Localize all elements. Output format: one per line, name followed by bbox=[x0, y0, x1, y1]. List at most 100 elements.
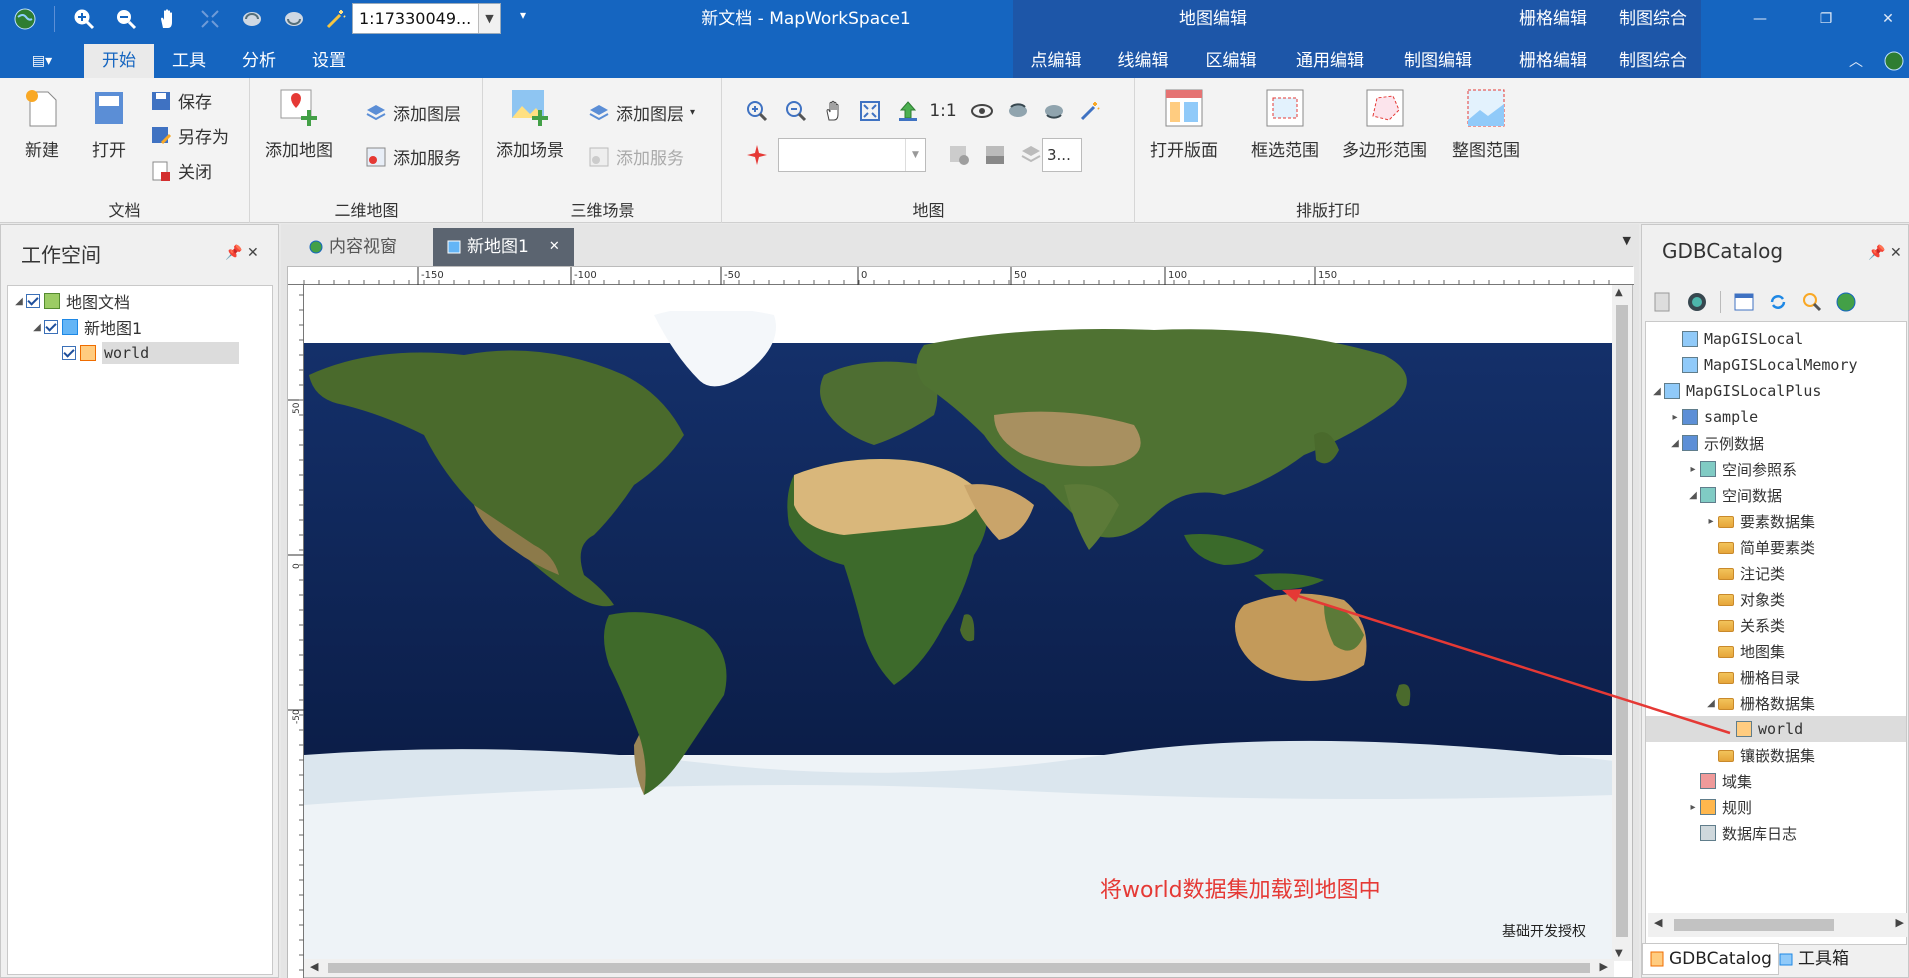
globe-icon[interactable] bbox=[1835, 291, 1857, 313]
checkbox[interactable] bbox=[26, 294, 40, 308]
collapse-ribbon-icon[interactable]: ︿ bbox=[1834, 44, 1878, 78]
tab-tools[interactable]: 工具 bbox=[154, 44, 224, 78]
scroll-right-icon[interactable]: ▶ bbox=[1600, 960, 1608, 973]
map-view[interactable]: -150 -100 -50 0 50 100 150 50 0 -50 基础开发… bbox=[287, 266, 1634, 978]
gdb-tree-node[interactable]: ◢ 栅格数据集 bbox=[1646, 690, 1906, 716]
gdb-horizontal-scrollbar[interactable]: ◀ ▶ bbox=[1648, 913, 1908, 937]
gdb-tree-node[interactable]: MapGISLocalMemory bbox=[1646, 352, 1906, 378]
scroll-down-icon[interactable]: ▼ bbox=[1615, 948, 1623, 959]
properties-icon[interactable] bbox=[1652, 291, 1674, 313]
scrollbar-thumb[interactable] bbox=[1616, 305, 1628, 937]
polygon-extent-button[interactable]: 多边形范围 bbox=[1342, 86, 1427, 161]
gdb-tree-node[interactable]: world bbox=[1646, 716, 1906, 742]
tab-start[interactable]: 开始 bbox=[84, 44, 154, 78]
bottom-tab-gdbcatalog[interactable]: GDBCatalog bbox=[1642, 943, 1779, 975]
layer-stack-icon[interactable] bbox=[1018, 142, 1044, 168]
checkbox[interactable] bbox=[44, 320, 58, 334]
tab-list-chevron-icon[interactable]: ▼ bbox=[1623, 234, 1631, 247]
tree-node-map-document[interactable]: ◢ 地图文档 bbox=[12, 288, 130, 314]
gdb-tree-node[interactable]: ◢ MapGISLocalPlus bbox=[1646, 378, 1906, 404]
app-globe-icon[interactable] bbox=[8, 2, 42, 36]
sparkle-select-icon[interactable] bbox=[744, 142, 770, 168]
tab-settings[interactable]: 设置 bbox=[294, 44, 364, 78]
open-layout-button[interactable]: 打开版面 bbox=[1150, 86, 1218, 161]
pin-icon[interactable]: 📌 bbox=[225, 245, 242, 261]
gdb-tree-node[interactable]: 数据库日志 bbox=[1646, 820, 1906, 846]
expand-arrow-icon[interactable]: ▸ bbox=[1704, 516, 1718, 527]
new-button[interactable]: 新建 bbox=[20, 86, 64, 161]
add-map-button[interactable]: 添加地图 bbox=[265, 86, 333, 161]
tree-node-new-map[interactable]: ◢ 新地图1 bbox=[30, 314, 142, 340]
expand-arrow-icon[interactable]: ◢ bbox=[1650, 386, 1664, 397]
gdb-tree-node[interactable]: 栅格目录 bbox=[1646, 664, 1906, 690]
gdb-tree-node[interactable]: ▸ 空间参照系 bbox=[1646, 456, 1906, 482]
gdb-tree-node[interactable]: 对象类 bbox=[1646, 586, 1906, 612]
transparency-input[interactable]: 3... bbox=[1042, 138, 1082, 172]
tab-cartography-edit[interactable]: 制图编辑 bbox=[1385, 44, 1491, 78]
gdb-tree-node[interactable]: 镶嵌数据集 bbox=[1646, 742, 1906, 768]
open-button[interactable]: 打开 bbox=[87, 86, 131, 161]
expand-arrow-icon[interactable]: ◢ bbox=[30, 322, 44, 333]
pin-icon[interactable]: 📌 bbox=[1868, 245, 1885, 261]
tab-raster-edit[interactable]: 栅格编辑 bbox=[1503, 44, 1603, 78]
restore-icon[interactable]: ❐ bbox=[1804, 0, 1848, 38]
close-icon[interactable]: ✕ bbox=[1890, 245, 1902, 261]
pan-hand-icon[interactable] bbox=[151, 2, 185, 36]
tab-content-view[interactable]: 内容视窗 bbox=[295, 228, 411, 266]
scroll-up-icon[interactable]: ▲ bbox=[1615, 287, 1623, 298]
add-service-3d-button[interactable]: 添加服务 bbox=[588, 144, 684, 169]
add-service-2d-button[interactable]: 添加服务 bbox=[365, 144, 461, 169]
add-layer-2d-button[interactable]: 添加图层 bbox=[365, 100, 461, 125]
server-manager-icon[interactable] bbox=[1686, 291, 1708, 313]
checkbox[interactable] bbox=[62, 346, 76, 360]
layer-style-icon[interactable] bbox=[946, 142, 972, 168]
close-document-button[interactable]: 关闭 bbox=[150, 158, 212, 183]
gdb-tree-node[interactable]: 注记类 bbox=[1646, 560, 1906, 586]
chevron-down-icon[interactable]: ▼ bbox=[478, 4, 500, 33]
expand-arrow-icon[interactable]: ▸ bbox=[1686, 464, 1700, 475]
rotate-left-icon[interactable] bbox=[1005, 98, 1031, 124]
vertical-scrollbar[interactable]: ▲ ▼ bbox=[1612, 285, 1632, 961]
layer-display-icon[interactable] bbox=[982, 142, 1008, 168]
update-map-icon[interactable] bbox=[277, 2, 311, 36]
full-extent-icon[interactable] bbox=[857, 98, 883, 124]
gdb-tree-node[interactable]: 域集 bbox=[1646, 768, 1906, 794]
add-scene-button[interactable]: 添加场景 bbox=[496, 86, 564, 161]
tree-node-world-layer[interactable]: world bbox=[62, 340, 240, 366]
map-canvas[interactable]: 基础开发授权 bbox=[304, 285, 1614, 961]
save-button[interactable]: 保存 bbox=[150, 88, 212, 113]
close-icon[interactable]: ✕ bbox=[1866, 0, 1909, 38]
tab-general-edit[interactable]: 通用编辑 bbox=[1275, 44, 1385, 78]
tab-new-map[interactable]: 新地图1 ✕ bbox=[433, 228, 574, 266]
customize-toolbar-icon[interactable]: ▾ bbox=[520, 8, 526, 22]
expand-arrow-icon[interactable]: ◢ bbox=[1668, 438, 1682, 449]
tab-line-edit[interactable]: 线编辑 bbox=[1099, 44, 1187, 78]
full-extent-icon[interactable] bbox=[193, 2, 227, 36]
gdb-tree-node[interactable]: 地图集 bbox=[1646, 638, 1906, 664]
gdb-tree-node[interactable]: ▸ sample bbox=[1646, 404, 1906, 430]
scale-combobox[interactable]: 1:17330049... ▼ bbox=[352, 3, 501, 34]
magic-wand-icon[interactable] bbox=[1077, 98, 1103, 124]
gdb-tree-node[interactable]: 简单要素类 bbox=[1646, 534, 1906, 560]
zoom-out-icon[interactable] bbox=[109, 2, 143, 36]
expand-arrow-icon[interactable]: ▸ bbox=[1668, 412, 1682, 423]
eye-icon[interactable] bbox=[969, 98, 995, 124]
gdb-tree-node[interactable]: ◢ 空间数据 bbox=[1646, 482, 1906, 508]
help-globe-icon[interactable] bbox=[1878, 44, 1909, 78]
zoom-in-icon[interactable] bbox=[744, 98, 770, 124]
scroll-right-icon[interactable]: ▶ bbox=[1896, 916, 1904, 929]
expand-arrow-icon[interactable]: ▸ bbox=[1686, 802, 1700, 813]
scroll-left-icon[interactable]: ◀ bbox=[1654, 916, 1662, 929]
connect-icon[interactable] bbox=[1733, 291, 1755, 313]
close-icon[interactable]: ✕ bbox=[247, 245, 259, 261]
bottom-tab-toolbox[interactable]: 工具箱 bbox=[1772, 943, 1855, 975]
expand-arrow-icon[interactable]: ◢ bbox=[12, 296, 26, 307]
zoom-out-icon[interactable] bbox=[783, 98, 809, 124]
refresh-map-icon[interactable] bbox=[235, 2, 269, 36]
gdb-tree-node[interactable]: ▸ 规则 bbox=[1646, 794, 1906, 820]
tab-point-edit[interactable]: 点编辑 bbox=[1013, 44, 1099, 78]
scroll-left-icon[interactable]: ◀ bbox=[310, 960, 318, 973]
one-to-one-button[interactable]: 1:1 bbox=[929, 98, 956, 124]
tab-cartography-synthesis[interactable]: 制图综合 bbox=[1605, 44, 1701, 78]
rotate-right-icon[interactable] bbox=[1041, 98, 1067, 124]
